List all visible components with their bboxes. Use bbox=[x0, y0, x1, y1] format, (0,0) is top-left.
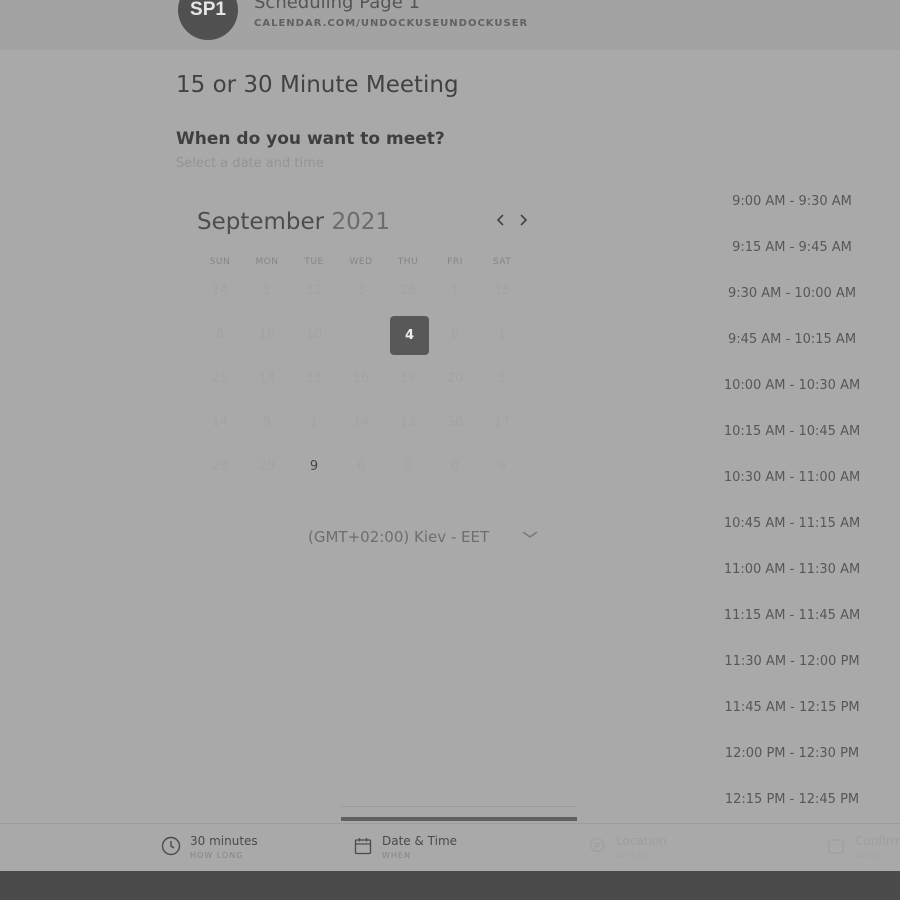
calendar-day: 8 bbox=[450, 327, 460, 342]
calendar-day: 11 bbox=[305, 371, 323, 386]
time-slot-button[interactable]: 11:00 AM - 11:30 AM bbox=[713, 562, 871, 577]
timezone-select[interactable]: (GMT+02:00) Kiev - EET bbox=[308, 528, 489, 546]
step-confirm-sub: WHO bbox=[855, 851, 879, 860]
calendar-day: 10 bbox=[305, 327, 323, 342]
calendar-month: September bbox=[197, 209, 325, 235]
time-slot-button[interactable]: 11:45 AM - 12:15 PM bbox=[713, 700, 871, 715]
calendar-day: 17 bbox=[493, 415, 511, 430]
calendar-day: 12 bbox=[305, 283, 323, 298]
step-location-label: Location bbox=[616, 834, 667, 848]
weekday-thu: THU bbox=[397, 257, 419, 267]
chevron-down-icon[interactable] bbox=[522, 527, 539, 543]
chevron-left-icon bbox=[496, 214, 504, 226]
calendar-day: 1 bbox=[497, 327, 507, 342]
time-slot-button[interactable]: 10:45 AM - 11:15 AM bbox=[713, 516, 871, 531]
step-location-sub: WHERE bbox=[616, 851, 651, 860]
scheduling-page-name: Scheduling Page 1 bbox=[254, 0, 420, 13]
calendar-day: 9 bbox=[262, 415, 272, 430]
weekday-fri: FRI bbox=[447, 257, 463, 267]
calendar-day: 8 bbox=[215, 327, 225, 342]
time-slot-button[interactable]: 10:00 AM - 10:30 AM bbox=[713, 378, 871, 393]
step-confirm-label: Confirm bbox=[855, 834, 900, 848]
time-slot-button[interactable]: 9:45 AM - 10:15 AM bbox=[713, 332, 871, 347]
calendar-day: 19 bbox=[399, 371, 417, 386]
calendar-day: 28 bbox=[211, 459, 229, 474]
calendar-day: 14 bbox=[258, 371, 276, 386]
calendar-day: 29 bbox=[258, 459, 276, 474]
calendar-day: 0 bbox=[450, 459, 460, 474]
calendar-day: 3 bbox=[356, 283, 366, 298]
calendar-day-available[interactable]: 9 bbox=[294, 447, 334, 487]
calendar-day: 16 bbox=[493, 283, 511, 298]
calendar-day-selected[interactable]: 4 bbox=[390, 316, 429, 355]
step-date-time-sub: WHEN bbox=[382, 851, 411, 860]
calendar-icon bbox=[354, 838, 372, 855]
weekday-sun: SUN bbox=[209, 257, 231, 267]
weekday-wed: WED bbox=[349, 257, 373, 267]
prev-month-button[interactable] bbox=[493, 211, 509, 233]
active-step-indicator bbox=[341, 817, 577, 821]
calendar-month-year: September 2021 bbox=[197, 209, 390, 235]
weekday-sat: SAT bbox=[492, 257, 512, 267]
time-slot-button[interactable]: 12:00 PM - 12:30 PM bbox=[713, 746, 871, 761]
divider bbox=[341, 806, 576, 807]
calendar-year: 2021 bbox=[331, 209, 390, 235]
bottom-bar bbox=[0, 871, 900, 900]
calendar-day: 13 bbox=[399, 415, 417, 430]
meeting-question: When do you want to meet? bbox=[176, 129, 445, 149]
time-slot-button[interactable]: 9:15 AM - 9:45 AM bbox=[713, 240, 871, 255]
time-slot-button[interactable]: 12:15 PM - 12:45 PM bbox=[713, 792, 871, 807]
calendar-day: 1 bbox=[309, 415, 319, 430]
weekday-mon: MON bbox=[255, 257, 279, 267]
calendar-day bbox=[341, 315, 381, 355]
calendar-day: 14 bbox=[352, 415, 370, 430]
time-slot-button[interactable]: 11:30 AM - 12:00 PM bbox=[713, 654, 871, 669]
calendar-day: 14 bbox=[211, 415, 229, 430]
step-duration-label: 30 minutes bbox=[190, 834, 258, 848]
meeting-subtitle: Select a date and time bbox=[176, 156, 324, 171]
calendar-day: 10 bbox=[258, 327, 276, 342]
meeting-title: 15 or 30 Minute Meeting bbox=[176, 72, 459, 98]
calendar-day: 26 bbox=[399, 283, 417, 298]
time-slot-button[interactable]: 9:00 AM - 9:30 AM bbox=[713, 194, 871, 209]
calendar-day: 25 bbox=[211, 371, 229, 386]
footer-divider bbox=[0, 823, 900, 824]
time-slot-button[interactable]: 9:30 AM - 10:00 AM bbox=[713, 286, 871, 301]
calendar-day: 1 bbox=[450, 283, 460, 298]
time-slot-button[interactable]: 10:30 AM - 11:00 AM bbox=[713, 470, 871, 485]
calendar-day: 20 bbox=[446, 371, 464, 386]
checkbox-icon bbox=[828, 839, 844, 854]
chevron-right-icon bbox=[520, 214, 528, 226]
calendar-day: 6 bbox=[356, 459, 366, 474]
calendar-day: 16 bbox=[352, 371, 370, 386]
page-url[interactable]: CALENDAR.COM/UNDOCKUSEUNDOCKUSER bbox=[254, 18, 528, 29]
clock-icon bbox=[161, 836, 181, 856]
calendar-day: 0 bbox=[403, 459, 413, 474]
calendar-day: 14 bbox=[211, 283, 229, 298]
calendar-day: 1 bbox=[497, 371, 507, 386]
time-slot-button[interactable]: 10:15 AM - 10:45 AM bbox=[713, 424, 871, 439]
step-duration-sub: HOW LONG bbox=[190, 851, 244, 860]
location-pin-icon bbox=[589, 837, 605, 853]
step-date-time-label: Date & Time bbox=[382, 834, 458, 848]
calendar-day: 30 bbox=[446, 415, 464, 430]
weekday-tue: TUE bbox=[304, 257, 324, 267]
calendar-day: 1 bbox=[262, 283, 272, 298]
calendar-day: 9 bbox=[497, 459, 507, 474]
time-slot-button[interactable]: 11:15 AM - 11:45 AM bbox=[713, 608, 871, 623]
next-month-button[interactable] bbox=[515, 211, 531, 233]
